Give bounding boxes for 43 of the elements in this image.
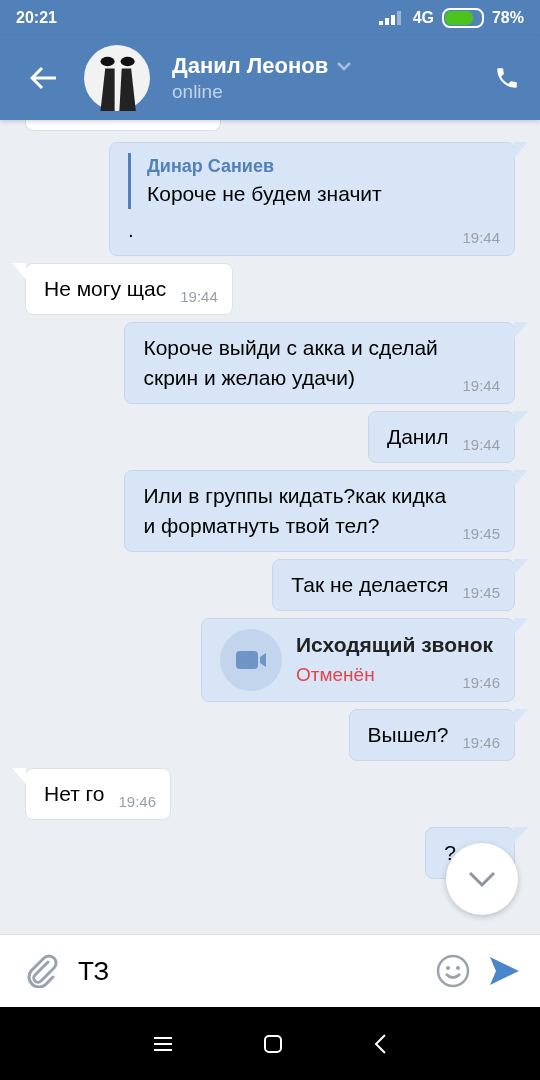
- message-text: Данил: [386, 424, 449, 450]
- battery-icon: [441, 8, 484, 28]
- message-time: 19:45: [462, 584, 500, 602]
- quote-text: Короче не будем значит: [147, 181, 383, 207]
- message-time: 19:44: [180, 288, 218, 306]
- menu-icon[interactable]: [153, 1035, 173, 1052]
- message-text: Или в группы кидать?как кидка и форматнуть твой тел?: [143, 483, 448, 539]
- video-camera-icon: [220, 629, 282, 691]
- back-nav-icon[interactable]: [373, 1032, 387, 1055]
- message-text: Нет го: [44, 781, 105, 807]
- paperclip-icon[interactable]: [26, 954, 58, 988]
- chevron-down-icon[interactable]: [336, 61, 353, 71]
- contact-status: online: [172, 81, 224, 103]
- message-text: Короче выйди с акка и сделай скрин и желаю удачи): [143, 335, 439, 391]
- message-time: 19:46: [462, 674, 500, 692]
- network-type: 4G: [412, 9, 434, 27]
- message-time: 19:46: [118, 793, 157, 811]
- message-field[interactable]: ТЗ: [0, 934, 540, 1007]
- status-time: 20:21: [16, 9, 57, 27]
- message-text: Не могу щас: [44, 276, 167, 302]
- message-text: .: [128, 217, 134, 243]
- contact-name[interactable]: Данил Леонов: [172, 53, 329, 79]
- quote-author: Динар Саниев: [147, 155, 275, 178]
- send-icon[interactable]: [488, 955, 520, 987]
- message-time: 19:44: [462, 229, 500, 247]
- emoji-icon[interactable]: [436, 954, 470, 988]
- battery-percent: 78%: [491, 9, 524, 27]
- chevron-down-icon: [467, 870, 497, 888]
- message-time: 19:46: [462, 734, 500, 752]
- message-time: 19:44: [462, 377, 500, 395]
- message-text: Вышел?: [367, 722, 449, 748]
- phone-icon[interactable]: [494, 65, 520, 91]
- message-time: 19:45: [462, 525, 500, 543]
- message-input[interactable]: ТЗ: [76, 954, 418, 988]
- home-icon[interactable]: [263, 1033, 283, 1054]
- call-status: Отменён: [296, 663, 375, 687]
- message-text: ?: [444, 840, 456, 866]
- message-time: 19:44: [462, 436, 500, 454]
- avatar[interactable]: [84, 45, 150, 111]
- back-icon[interactable]: [30, 66, 58, 90]
- message-text: Так не делается: [291, 572, 449, 598]
- call-title: Исходящий звонок: [296, 632, 495, 658]
- scroll-down-button[interactable]: [446, 843, 518, 915]
